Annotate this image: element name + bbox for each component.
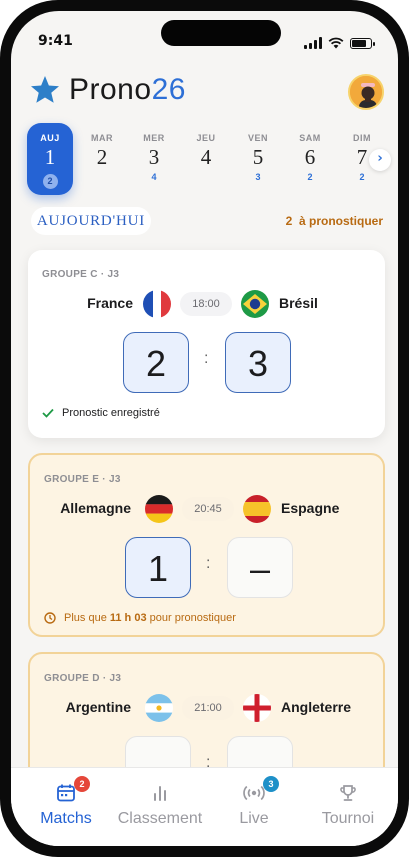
day-ven[interactable]: VEN 5 3 [235, 123, 281, 195]
tab-label: Live [239, 810, 269, 827]
day-name: SAM [299, 133, 321, 143]
france-flag-icon [143, 290, 171, 318]
day-match-count: 2 [42, 174, 58, 189]
day-name: DIM [353, 133, 371, 143]
brazil-flag-icon [241, 290, 269, 318]
tab-label: Classement [117, 810, 203, 827]
home-team: Allemagne [60, 500, 131, 516]
checkmark-icon [42, 408, 54, 418]
signal-icon [304, 37, 322, 49]
day-number: 6 [304, 145, 316, 169]
kickoff-time: 20:45 [182, 497, 234, 521]
home-score-input[interactable]: 2 [123, 332, 189, 393]
match-card[interactable]: GROUPE C · J3 France 18:00 Brésil 2 : 3 … [28, 250, 385, 438]
day-number: 3 [148, 145, 160, 169]
live-badge: 3 [263, 776, 279, 792]
day-number: 2 [96, 145, 108, 169]
day-number: 4 [200, 145, 212, 169]
match-teams: France 18:00 Brésil [28, 290, 385, 318]
away-team: Espagne [281, 500, 340, 516]
prediction-deadline: Plus que 11 h 03 pour pronostiquer [44, 612, 236, 624]
day-selector: AUJ 1 2 MAR 2 MER 3 4 JEU 4 VEN 5 3 SAM 6 2 DIM 7 2 [27, 123, 387, 195]
day-mer[interactable]: MER 3 4 [131, 123, 177, 195]
tab-label: Tournoi [321, 810, 375, 827]
dynamic-island [161, 20, 281, 46]
away-score-input[interactable]: 3 [225, 332, 291, 393]
away-team: Angleterre [281, 699, 352, 715]
day-match-count: 3 [255, 172, 261, 182]
day-auj[interactable]: AUJ 1 2 [27, 123, 73, 195]
tab-label: Matchs [40, 810, 92, 827]
score-separator: : [204, 350, 209, 367]
status-time: 9:41 [38, 33, 73, 49]
match-teams: Argentine 21:00 Angleterre [30, 694, 383, 722]
bar-chart-icon [154, 786, 166, 801]
kickoff-time: 21:00 [182, 696, 234, 720]
day-sam[interactable]: SAM 6 2 [287, 123, 333, 195]
clock-icon [44, 612, 56, 624]
day-number: 1 [44, 145, 56, 169]
home-score-input[interactable]: 1 [125, 537, 191, 598]
day-name: MAR [91, 133, 113, 143]
to-predict-count: 2 à pronostiquer [285, 214, 383, 228]
profile-avatar[interactable] [348, 74, 384, 110]
phone-frame: 9:41 Prono26 AUJ 1 2 MAR 2 MER 3 4 JEU 4 VEN 5 3 SAM 6… [0, 0, 409, 857]
day-jeu[interactable]: JEU 4 [183, 123, 229, 195]
tab-bar: 2 Matchs Classement 3 Live Tournoi [11, 767, 398, 846]
match-group: GROUPE C · J3 [42, 269, 120, 280]
day-name: MER [143, 133, 165, 143]
tab-matchs[interactable]: 2 Matchs [18, 776, 114, 828]
app-title: Prono26 [69, 73, 186, 106]
tab-live[interactable]: 3 Live [206, 776, 302, 828]
germany-flag-icon [145, 495, 173, 523]
trophy-icon [340, 785, 356, 801]
day-match-count: 2 [307, 172, 313, 182]
match-group: GROUPE D · J3 [44, 673, 122, 684]
next-days-button[interactable]: › [369, 149, 391, 171]
home-team: France [87, 295, 133, 311]
app-screen: 9:41 Prono26 AUJ 1 2 MAR 2 MER 3 4 JEU 4 VEN 5 3 SAM 6… [11, 11, 398, 846]
spain-flag-icon [243, 495, 271, 523]
england-flag-icon [243, 694, 271, 722]
match-card[interactable]: GROUPE E · J3 Allemagne 20:45 Espagne 1 … [28, 453, 385, 637]
tab-tournoi[interactable]: Tournoi [300, 782, 396, 828]
day-mar[interactable]: MAR 2 [79, 123, 125, 195]
section-title: AUJOURD'HUI [31, 207, 151, 235]
tab-classement[interactable]: Classement [112, 782, 208, 828]
day-name: VEN [247, 133, 268, 143]
avatar-image [350, 76, 382, 108]
day-name: AUJ [40, 133, 60, 143]
day-number: 5 [252, 145, 264, 169]
star-icon [31, 76, 59, 103]
day-match-count: 2 [359, 172, 365, 182]
battery-icon [350, 38, 375, 49]
score-separator: : [206, 555, 211, 572]
status-icons [304, 37, 375, 49]
app-logo: Prono26 [29, 73, 186, 107]
day-match-count: 4 [151, 172, 157, 182]
match-group: GROUPE E · J3 [44, 474, 121, 485]
match-teams: Allemagne 20:45 Espagne [30, 495, 383, 523]
away-team: Brésil [279, 295, 318, 311]
away-score-input[interactable]: – [227, 537, 293, 598]
kickoff-time: 18:00 [180, 292, 232, 316]
argentina-flag-icon [145, 694, 173, 722]
home-team: Argentine [65, 699, 131, 715]
day-name: JEU [196, 133, 216, 143]
calendar-icon [57, 784, 75, 802]
matchs-badge: 2 [74, 776, 90, 792]
wifi-icon [328, 37, 344, 49]
prediction-status: Pronostic enregistré [42, 407, 160, 419]
